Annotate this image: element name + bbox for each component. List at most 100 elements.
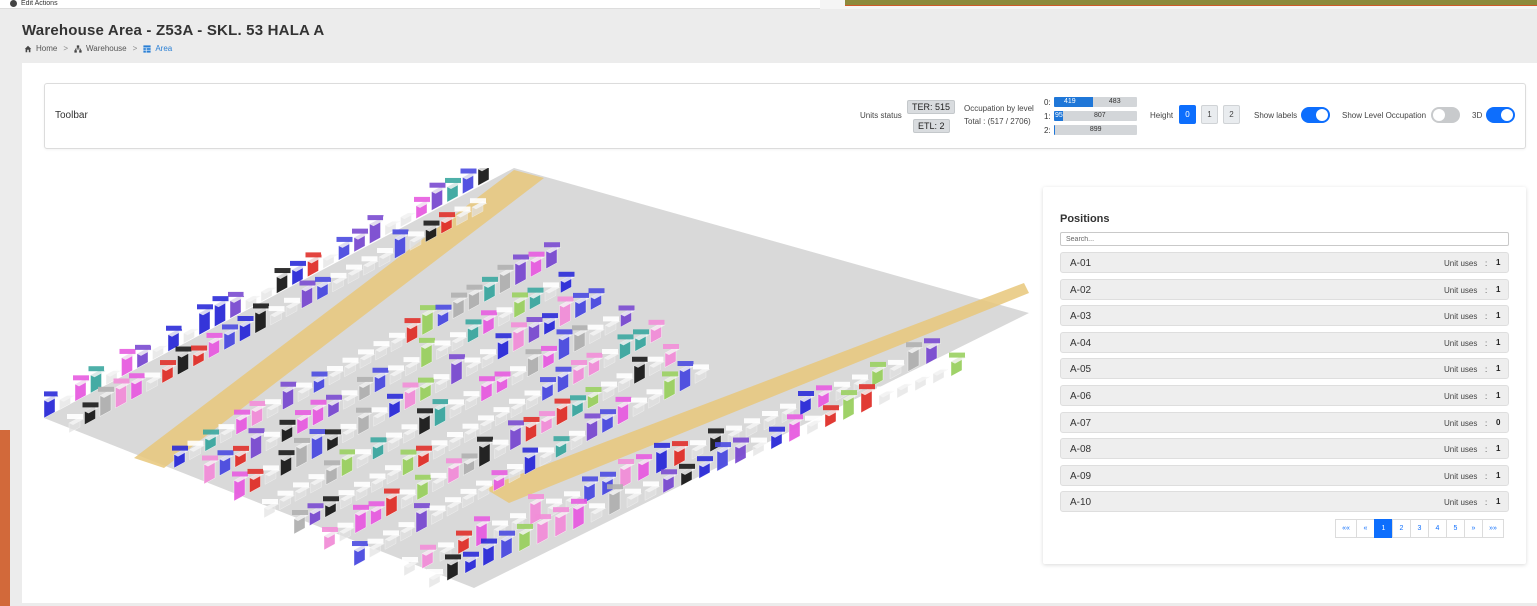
unit-label-tag [217,450,234,456]
unit-label-tag [528,251,545,257]
unit-label-tag [603,316,619,322]
3d-label: 3D [1472,111,1483,120]
unit-label-tag [274,268,291,274]
position-item[interactable]: A-07 Unit uses:0 [1060,411,1509,433]
page-2-button[interactable]: 2 [1392,519,1411,538]
unit-label-tag [697,456,713,462]
breadcrumb-warehouse[interactable]: Warehouse [86,44,127,53]
unit-label-tag [572,325,588,331]
unit-label-tag [523,416,540,422]
unit-label-tag [617,334,634,340]
unit-label-tag [279,419,296,425]
unit-label-tag [913,371,929,377]
unit-label-tag [553,436,570,442]
unit-label-tag [429,182,446,188]
unit-label-tag [715,442,731,448]
position-item[interactable]: A-02 Unit uses:1 [1060,278,1509,300]
position-item[interactable]: A-01 Unit uses:1 [1060,252,1509,273]
unit-label-tag [616,373,633,379]
height-2-button[interactable]: 2 [1223,105,1240,124]
position-item[interactable]: A-08 Unit uses:1 [1060,438,1509,460]
position-item[interactable]: A-09 Unit uses:1 [1060,464,1509,486]
unit-label-tag [643,481,659,487]
breadcrumb-area: Area [155,44,173,53]
unit-label-tag [277,490,294,496]
position-id: A-05 [1070,364,1092,376]
unit-label-tag [470,198,486,204]
unit-label-tag [385,465,401,471]
unit-label-tag [949,352,965,358]
unit-label-tag [478,415,494,421]
unit-label-tag [206,332,223,338]
unit-label-tag [268,306,285,312]
positions-title: Positions [1060,213,1110,225]
unit-label-tag [508,420,524,426]
unit-label-tag [451,292,467,298]
3d-toggle[interactable] [1486,107,1515,123]
pagination-nav-button[interactable]: »» [1482,519,1504,538]
breadcrumb-home[interactable]: Home [36,44,57,53]
unit-label-tag [82,402,99,408]
page-4-button[interactable]: 4 [1428,519,1447,538]
unit-label-tag [587,324,604,330]
unit-label-tag [446,458,462,464]
unit-label-tag [357,376,373,382]
unit-label-tag [870,361,886,367]
unit-label-tag [507,464,523,469]
edit-actions-tab[interactable]: Edit Actions [0,0,820,9]
unit-label-tag [387,393,403,399]
unit-label-tag [356,407,372,413]
unit-label-tag [389,332,405,338]
unit-label-tag [543,282,559,288]
unit-label-tag [525,349,542,355]
position-item[interactable]: A-04 Unit uses:1 [1060,331,1509,353]
unit-label-tag [338,490,355,496]
unit-label-tag [495,333,512,339]
height-1-button[interactable]: 1 [1201,105,1218,124]
unit-label-tag [296,382,312,388]
unit-label-tag [544,242,560,248]
height-0-button[interactable]: 0 [1179,105,1196,124]
position-item[interactable]: A-06 Unit uses:1 [1060,385,1509,406]
unit-label-tag [352,541,368,547]
position-item[interactable]: A-05 Unit uses:1 [1060,358,1509,380]
show-labels-toggle[interactable] [1301,107,1330,123]
page-5-button[interactable]: 5 [1446,519,1465,538]
unit-uses-separator: : [1485,365,1488,375]
position-item[interactable]: A-03 Unit uses:1 [1060,305,1509,327]
unit-label-tag [769,426,785,432]
unit-label-tag [384,488,400,494]
unit-label-tag [398,208,415,214]
unit-label-tag [175,346,192,352]
unit-label-tag [463,551,479,557]
unit-label-tag [726,425,742,431]
page-1-button[interactable]: 1 [1374,519,1393,538]
unit-label-tag [191,345,207,351]
unit-label-tag [557,296,574,302]
positions-search-input[interactable] [1060,232,1509,246]
pagination-nav-button[interactable]: » [1464,519,1483,538]
unit-label-tag [573,292,589,298]
pagination-nav-button[interactable]: « [1356,519,1375,538]
pagination-nav-button[interactable]: «« [1335,519,1357,538]
unit-label-tag [432,399,449,405]
unit-label-tag [367,215,384,221]
warehouse-3d-canvas[interactable] [44,168,1029,588]
unit-label-tag [307,503,324,509]
position-id: A-07 [1070,417,1092,429]
page-3-button[interactable]: 3 [1410,519,1429,538]
warehouse-3d-view[interactable] [44,168,1029,588]
unit-label-tag [632,356,648,362]
unit-label-tag [340,423,357,429]
home-icon [24,45,32,52]
position-item[interactable]: A-10 Unit uses:1 [1060,491,1509,513]
unit-label-tag [354,481,370,487]
unit-label-tag [553,507,569,513]
unit-label-tag [129,373,145,379]
show-level-occupation-toggle[interactable] [1431,107,1460,123]
toolbar-title: Toolbar [55,110,88,121]
unit-label-tag [586,352,603,358]
unit-label-tag [539,411,555,417]
unit-label-tag [540,377,556,383]
unit-label-tag [517,523,533,529]
